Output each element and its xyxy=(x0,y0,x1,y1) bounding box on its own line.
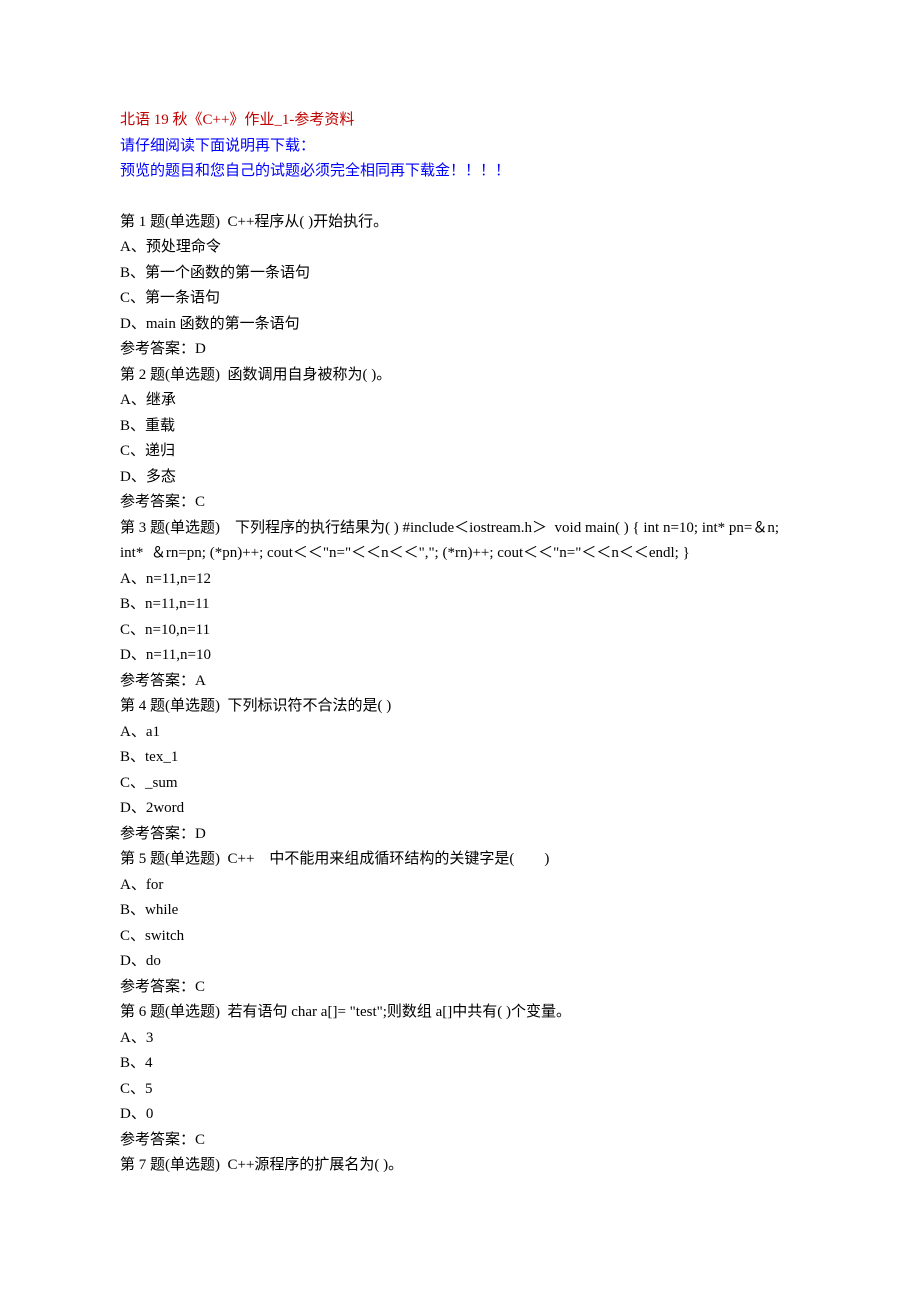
question-stem: 第 3 题(单选题) 下列程序的执行结果为( ) #include＜iostre… xyxy=(120,516,800,567)
question-answer: 参考答案：C xyxy=(120,975,800,1001)
doc-title: 北语 19 秋《C++》作业_1-参考资料 xyxy=(120,108,800,134)
question-answer: 参考答案：C xyxy=(120,490,800,516)
question-option: C、5 xyxy=(120,1077,800,1103)
question-option: C、第一条语句 xyxy=(120,286,800,312)
question-option: B、4 xyxy=(120,1051,800,1077)
question-answer: 参考答案：C xyxy=(120,1128,800,1154)
question-option: D、n=11,n=10 xyxy=(120,643,800,669)
question-answer: 参考答案：A xyxy=(120,669,800,695)
questions-container: 第 1 题(单选题) C++程序从( )开始执行。A、预处理命令B、第一个函数的… xyxy=(120,210,800,1179)
question-option: D、do xyxy=(120,949,800,975)
question-option: B、n=11,n=11 xyxy=(120,592,800,618)
question-option: D、2word xyxy=(120,796,800,822)
spacer xyxy=(120,185,800,210)
question-stem: 第 4 题(单选题) 下列标识符不合法的是( ) xyxy=(120,694,800,720)
question-answer: 参考答案：D xyxy=(120,337,800,363)
question-answer: 参考答案：D xyxy=(120,822,800,848)
question-option: A、继承 xyxy=(120,388,800,414)
question-option: B、重载 xyxy=(120,414,800,440)
question-option: D、多态 xyxy=(120,465,800,491)
question-stem: 第 5 题(单选题) C++ 中不能用来组成循环结构的关键字是( ) xyxy=(120,847,800,873)
question-option: D、main 函数的第一条语句 xyxy=(120,312,800,338)
question-option: A、预处理命令 xyxy=(120,235,800,261)
question-option: B、while xyxy=(120,898,800,924)
question-option: D、0 xyxy=(120,1102,800,1128)
question-stem: 第 6 题(单选题) 若有语句 char a[]= "test";则数组 a[]… xyxy=(120,1000,800,1026)
question-option: A、n=11,n=12 xyxy=(120,567,800,593)
question-stem: 第 1 题(单选题) C++程序从( )开始执行。 xyxy=(120,210,800,236)
question-option: B、tex_1 xyxy=(120,745,800,771)
question-option: A、for xyxy=(120,873,800,899)
question-option: A、3 xyxy=(120,1026,800,1052)
question-option: C、递归 xyxy=(120,439,800,465)
doc-note-1: 请仔细阅读下面说明再下载： xyxy=(120,134,800,160)
question-option: B、第一个函数的第一条语句 xyxy=(120,261,800,287)
question-stem: 第 7 题(单选题) C++源程序的扩展名为( )。 xyxy=(120,1153,800,1179)
doc-note-2: 预览的题目和您自己的试题必须完全相同再下载金！！！！ xyxy=(120,159,800,185)
question-option: C、_sum xyxy=(120,771,800,797)
question-option: A、a1 xyxy=(120,720,800,746)
question-option: C、switch xyxy=(120,924,800,950)
question-option: C、n=10,n=11 xyxy=(120,618,800,644)
question-stem: 第 2 题(单选题) 函数调用自身被称为( )。 xyxy=(120,363,800,389)
